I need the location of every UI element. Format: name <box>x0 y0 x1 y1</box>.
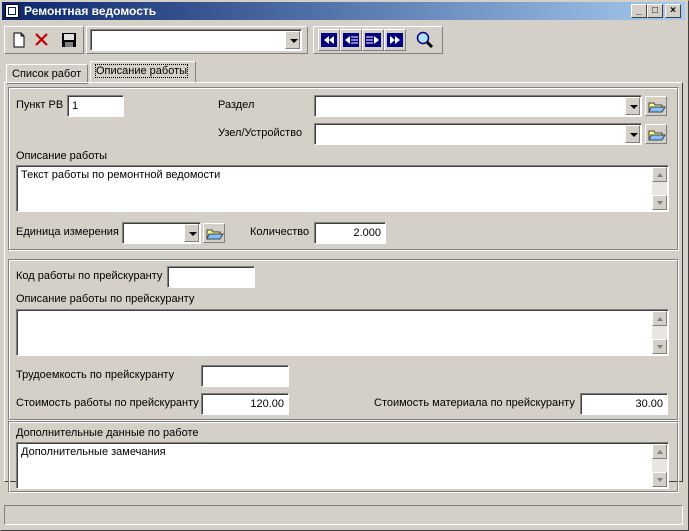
first-record-icon <box>321 33 337 47</box>
work-cost-field[interactable]: 120.00 <box>201 393 289 415</box>
extra-label: Дополнительные данные по работе <box>16 427 199 439</box>
work-cost-value: 120.00 <box>250 398 284 410</box>
prev-record-button[interactable] <box>340 29 362 51</box>
search-icon <box>416 31 434 49</box>
close-button[interactable]: × <box>665 4 681 18</box>
labor-label: Трудоемкость по прейскуранту <box>16 369 175 381</box>
new-button[interactable] <box>8 29 30 51</box>
scroll-down-icon[interactable] <box>652 472 667 487</box>
minimize-button[interactable]: _ <box>631 4 647 18</box>
tab-work-list-label: Список работ <box>12 68 82 80</box>
folder-open-icon <box>648 130 666 141</box>
extra-value: Дополнительные замечания <box>21 446 166 458</box>
punkt-value: 1 <box>72 100 79 112</box>
prev-record-icon <box>343 33 359 47</box>
price-desc-label: Описание работы по прейскуранту <box>16 293 195 305</box>
chevron-down-icon[interactable] <box>625 97 640 115</box>
tab-work-list[interactable]: Список работ <box>6 64 88 84</box>
extra-memo[interactable]: Дополнительные замечания <box>16 442 669 489</box>
save-button[interactable] <box>58 29 80 51</box>
qty-value: 2.000 <box>353 227 381 239</box>
title-bar[interactable]: Ремонтная ведомость _ □ × <box>2 2 685 20</box>
uzel-label: Узел/Устройство <box>218 127 303 139</box>
razdel-combo[interactable] <box>314 95 642 117</box>
price-code-label: Код работы по прейскуранту <box>16 270 163 282</box>
price-code-field[interactable] <box>167 266 255 288</box>
delete-button[interactable] <box>31 29 53 51</box>
punkt-field[interactable]: 1 <box>67 95 124 117</box>
labor-field[interactable] <box>201 365 289 387</box>
scroll-down-icon[interactable] <box>652 195 667 210</box>
uzel-lookup-button[interactable] <box>645 124 667 144</box>
razdel-label: Раздел <box>218 99 255 111</box>
scroll-up-icon[interactable] <box>652 311 667 326</box>
chevron-down-icon[interactable] <box>285 31 300 49</box>
unit-lookup-button[interactable] <box>203 223 225 243</box>
status-bar <box>4 505 683 525</box>
qty-field[interactable]: 2.000 <box>314 222 386 244</box>
chevron-down-icon[interactable] <box>184 224 199 242</box>
material-cost-field[interactable]: 30.00 <box>580 393 668 415</box>
extra-scrollbar[interactable] <box>652 444 667 487</box>
tab-work-description-label: Описание работы <box>94 64 189 78</box>
work-cost-label: Стоимость работы по прейскуранту <box>16 397 199 409</box>
tab-work-description[interactable]: Описание работы <box>90 61 196 83</box>
search-button[interactable] <box>414 29 436 51</box>
toolbar-combo[interactable] <box>90 29 302 51</box>
uzel-combo[interactable] <box>314 123 642 145</box>
delete-icon <box>35 33 48 46</box>
last-record-icon <box>387 33 403 47</box>
scroll-up-icon[interactable] <box>652 167 667 182</box>
material-cost-value: 30.00 <box>635 398 663 410</box>
app-icon <box>5 4 19 18</box>
save-icon <box>62 33 76 47</box>
material-cost-label: Стоимость материала по прейскуранту <box>374 397 575 409</box>
desc-memo[interactable]: Текст работы по ремонтной ведомости <box>16 165 669 212</box>
unit-label: Единица измерения <box>16 226 119 238</box>
desc-scrollbar[interactable] <box>652 167 667 210</box>
window-title: Ремонтная ведомость <box>24 4 157 18</box>
next-record-button[interactable] <box>362 29 384 51</box>
scroll-up-icon[interactable] <box>652 444 667 459</box>
last-record-button[interactable] <box>384 29 406 51</box>
scroll-down-icon[interactable] <box>652 339 667 354</box>
maximize-button[interactable]: □ <box>647 4 663 18</box>
desc-value: Текст работы по ремонтной ведомости <box>21 169 221 181</box>
price-desc-scrollbar[interactable] <box>652 311 667 354</box>
folder-open-icon <box>648 102 666 113</box>
new-icon <box>13 32 25 48</box>
punkt-label: Пункт РВ <box>16 99 64 111</box>
first-record-button[interactable] <box>318 29 340 51</box>
folder-open-icon <box>206 229 224 240</box>
qty-label: Количество <box>250 226 310 238</box>
price-desc-memo[interactable] <box>16 309 669 356</box>
unit-combo[interactable] <box>122 222 201 244</box>
next-record-icon <box>365 33 381 47</box>
razdel-lookup-button[interactable] <box>645 96 667 116</box>
chevron-down-icon[interactable] <box>625 125 640 143</box>
desc-label: Описание работы <box>16 150 108 162</box>
